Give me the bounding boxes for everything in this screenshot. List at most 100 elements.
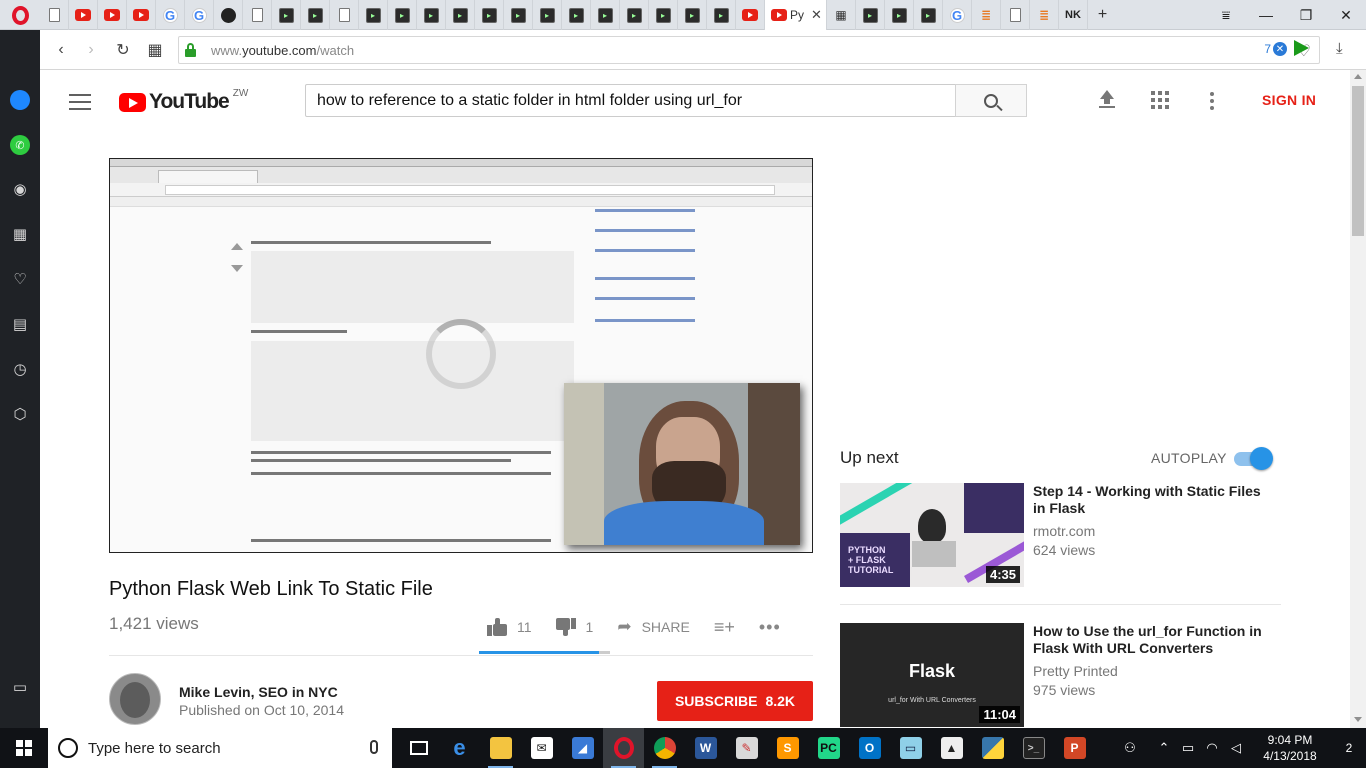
action-center-icon[interactable]: 2 [1332, 728, 1366, 768]
dislike-button[interactable]: 1 [555, 618, 593, 636]
video-thumbnail[interactable]: PYTHON + FLASK TUTORIAL 4:35 [840, 483, 1024, 587]
video-thumbnail[interactable]: Flask url_for With URL Converters 11:04 [840, 623, 1024, 727]
tab-terminal[interactable]: ▸ [533, 0, 562, 30]
taskbar-app-file-explorer[interactable] [480, 728, 521, 768]
show-hidden-icons-icon[interactable]: ⌃ [1152, 740, 1176, 756]
ad-blocker-badge[interactable]: 7 ✕ [1264, 42, 1287, 56]
taskbar-app-word[interactable]: W [685, 728, 726, 768]
tab-terminal[interactable]: ▸ [504, 0, 533, 30]
settings-more-icon[interactable] [1210, 92, 1214, 110]
taskbar-app-opera[interactable] [603, 728, 644, 768]
history-icon[interactable]: ◷ [9, 358, 31, 380]
tab-active-youtube[interactable]: Py ✕ [765, 0, 827, 30]
channel-name[interactable]: Mike Levin, SEO in NYC [179, 684, 338, 700]
taskbar-app-edge[interactable]: e [439, 728, 480, 768]
forward-button[interactable]: › [80, 39, 102, 61]
tab-terminal[interactable]: ▸ [388, 0, 417, 30]
tab-google[interactable]: G [943, 0, 972, 30]
camera-icon[interactable]: ◉ [9, 178, 31, 200]
minimize-button[interactable]: — [1246, 0, 1286, 30]
tab-grid[interactable]: ▦ [827, 0, 856, 30]
reload-button[interactable]: ↻ [112, 39, 134, 61]
flow-send-icon[interactable] [1294, 40, 1309, 56]
tab-terminal[interactable]: ▸ [620, 0, 649, 30]
apps-grid-icon[interactable] [1151, 91, 1169, 109]
recommended-video[interactable]: PYTHON + FLASK TUTORIAL 4:35 Step 14 - W… [840, 483, 1280, 587]
taskbar-clock[interactable]: 9:04 PM 4/13/2018 [1248, 732, 1332, 764]
sign-in-button[interactable]: SIGN IN [1262, 92, 1316, 108]
tab-terminal[interactable]: ▸ [359, 0, 388, 30]
tab-terminal[interactable]: ▸ [678, 0, 707, 30]
recommended-title[interactable]: How to Use the url_for Function in Flask… [1033, 623, 1265, 657]
close-window-button[interactable]: ✕ [1326, 0, 1366, 30]
tab-youtube[interactable] [127, 0, 156, 30]
taskbar-app-paint[interactable]: ✎ [726, 728, 767, 768]
tab-close-icon[interactable]: ✕ [811, 7, 822, 23]
scrollbar-thumb[interactable] [1352, 86, 1364, 236]
microphone-icon[interactable] [370, 740, 378, 754]
tab-stackoverflow[interactable]: ≣ [972, 0, 1001, 30]
opera-menu-button[interactable] [0, 0, 40, 30]
extensions-icon[interactable]: ⬡ [9, 403, 31, 425]
tab-terminal[interactable]: ▸ [591, 0, 620, 30]
channel-avatar[interactable] [109, 673, 161, 725]
tab-terminal[interactable]: ▸ [885, 0, 914, 30]
subscribe-button[interactable]: SUBSCRIBE 8.2K [657, 681, 813, 721]
messenger-icon[interactable] [9, 89, 31, 111]
news-icon[interactable]: ▤ [9, 313, 31, 335]
restore-button[interactable]: ❐ [1286, 0, 1326, 30]
video-player[interactable] [109, 158, 813, 553]
scroll-down-arrow-icon[interactable] [1354, 717, 1362, 722]
page-scrollbar[interactable] [1350, 70, 1366, 728]
sidebar-toggle-icon[interactable]: ▭ [9, 676, 31, 698]
tab-terminal[interactable]: ▸ [707, 0, 736, 30]
taskbar-app-notepad[interactable]: ▭ [890, 728, 931, 768]
tab-profile[interactable]: NK [1059, 0, 1088, 30]
tab-stackoverflow[interactable]: ≣ [1030, 0, 1059, 30]
taskbar-app-terminal[interactable]: >_ [1013, 728, 1054, 768]
tab-terminal[interactable]: ▸ [649, 0, 678, 30]
taskbar-app-sublime[interactable]: S [767, 728, 808, 768]
tab-terminal[interactable]: ▸ [417, 0, 446, 30]
taskbar-app-chrome[interactable] [644, 728, 685, 768]
wifi-icon[interactable]: ◠ [1200, 740, 1224, 756]
taskbar-app-photos[interactable]: ▲ [931, 728, 972, 768]
tab-terminal[interactable]: ▸ [914, 0, 943, 30]
tab-doc[interactable] [243, 0, 272, 30]
tab-youtube[interactable] [69, 0, 98, 30]
share-button[interactable]: ➦ SHARE [617, 617, 689, 637]
tab-terminal[interactable]: ▸ [475, 0, 504, 30]
taskbar-app-outlook[interactable]: O [849, 728, 890, 768]
upload-icon[interactable] [1098, 90, 1116, 110]
youtube-logo[interactable]: YouTube ZW [119, 88, 248, 115]
guide-menu-icon[interactable] [69, 94, 91, 110]
like-button[interactable]: 11 [487, 618, 532, 636]
taskbar-app-pycharm[interactable]: PC [808, 728, 849, 768]
search-button[interactable] [955, 84, 1027, 117]
tab-doc[interactable] [40, 0, 69, 30]
tab-google[interactable]: G [185, 0, 214, 30]
battery-icon[interactable]: ▭ [1176, 740, 1200, 756]
whatsapp-icon[interactable]: ✆ [9, 134, 31, 156]
search-input[interactable] [306, 85, 955, 116]
add-to-playlist-button[interactable]: ≡+ [714, 617, 735, 638]
scroll-up-arrow-icon[interactable] [1354, 74, 1362, 79]
taskbar-app-creative[interactable]: ◢ [562, 728, 603, 768]
heart-icon[interactable]: ♡ [9, 268, 31, 290]
tab-doc[interactable] [1001, 0, 1030, 30]
tab-terminal[interactable]: ▸ [272, 0, 301, 30]
tab-doc[interactable] [330, 0, 359, 30]
recommended-title[interactable]: Step 14 - Working with Static Files in F… [1033, 483, 1265, 517]
tab-terminal[interactable]: ▸ [856, 0, 885, 30]
tab-terminal[interactable]: ▸ [446, 0, 475, 30]
taskbar-app-python[interactable] [972, 728, 1013, 768]
tab-terminal[interactable]: ▸ [562, 0, 591, 30]
taskbar-app-mail[interactable]: ✉ [521, 728, 562, 768]
start-button[interactable] [0, 728, 48, 768]
tab-menu-button[interactable]: ⩸ [1206, 0, 1246, 30]
taskbar-app-powerpoint[interactable]: P [1054, 728, 1095, 768]
tab-github[interactable] [214, 0, 243, 30]
url-field[interactable]: www.youtube.com/watch 7 ✕ ♡ [178, 36, 1320, 64]
download-icon[interactable]: ⤓ [1336, 40, 1343, 57]
taskbar-search-box[interactable]: Type here to search [48, 728, 392, 768]
